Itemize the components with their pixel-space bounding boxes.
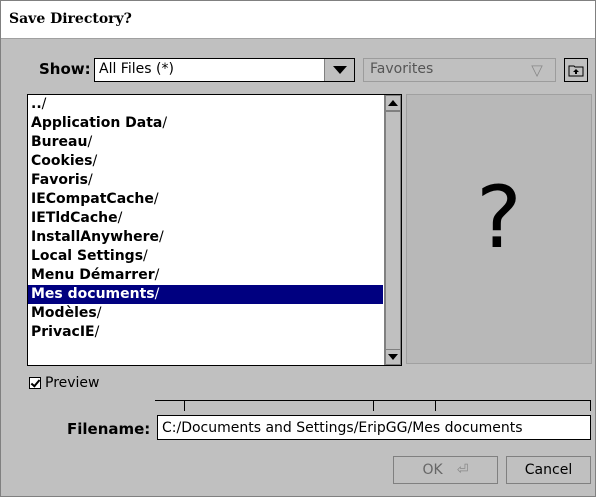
list-item-name: Menu Démarrer — [31, 267, 155, 283]
chevron-down-outline-icon: ▽ — [531, 60, 543, 79]
list-item-slash: / — [92, 153, 98, 169]
save-directory-dialog: Save Directory? Show: All Files (*) Favo… — [0, 0, 596, 497]
list-item-name: Bureau — [31, 134, 88, 150]
list-item-slash: / — [41, 96, 47, 112]
list-item-slash: / — [96, 305, 102, 321]
ruler-tick — [435, 401, 436, 411]
list-item[interactable]: Favoris/ — [28, 171, 383, 190]
checkbox-checked-icon[interactable] — [29, 377, 41, 389]
ruler-tick — [373, 401, 374, 411]
list-item-name: Mes documents — [31, 286, 155, 302]
list-item-slash: / — [87, 134, 93, 150]
question-mark-icon: ? — [476, 168, 522, 268]
list-item[interactable]: IETldCache/ — [28, 209, 383, 228]
ok-button[interactable]: OK ⏎ — [393, 456, 498, 484]
list-item[interactable]: IECompatCache/ — [28, 190, 383, 209]
ruler-tick — [590, 401, 591, 411]
scroll-down-button[interactable] — [385, 349, 401, 365]
list-item[interactable]: Cookies/ — [28, 152, 383, 171]
list-item-name: Application Data — [31, 115, 163, 131]
vertical-scrollbar[interactable] — [384, 95, 401, 365]
directory-list-items: ../Application Data/Bureau/Cookies/Favor… — [28, 95, 383, 342]
filename-field-wrapper — [157, 415, 591, 440]
list-item[interactable]: InstallAnywhere/ — [28, 228, 383, 247]
list-item[interactable]: Menu Démarrer/ — [28, 266, 383, 285]
list-item-name: Local Settings — [31, 248, 144, 264]
list-item[interactable]: PrivacIE/ — [28, 323, 383, 342]
list-item[interactable]: ../ — [28, 95, 383, 114]
arrow-down-icon — [388, 354, 398, 360]
arrow-up-icon — [388, 100, 398, 106]
scroll-up-button[interactable] — [385, 95, 401, 111]
list-item-name: Cookies — [31, 153, 93, 169]
favorites-value: Favorites — [370, 61, 434, 77]
list-item-name: .. — [31, 96, 42, 112]
ruler-tick — [184, 401, 185, 411]
list-item-slash: / — [158, 229, 164, 245]
list-item-slash: / — [117, 210, 123, 226]
list-item-slash: / — [154, 286, 160, 302]
folder-up-icon — [568, 65, 584, 77]
list-item-slash: / — [87, 172, 93, 188]
list-item[interactable]: Application Data/ — [28, 114, 383, 133]
enter-key-icon: ⏎ — [456, 462, 469, 478]
list-item[interactable]: Local Settings/ — [28, 247, 383, 266]
list-item-name: PrivacIE — [31, 324, 95, 340]
list-item[interactable]: Modèles/ — [28, 304, 383, 323]
list-item[interactable]: Bureau/ — [28, 133, 383, 152]
title-bar: Save Directory? — [1, 1, 595, 39]
list-item-slash: / — [154, 267, 160, 283]
ok-button-label: OK — [422, 462, 443, 478]
list-item-name: Favoris — [31, 172, 88, 188]
list-item-name: Modèles — [31, 305, 97, 321]
column-ruler — [155, 400, 591, 411]
favorites-dropdown[interactable]: Favorites ▽ — [363, 58, 556, 82]
list-item-slash: / — [162, 115, 168, 131]
dialog-title: Save Directory? — [9, 11, 132, 27]
list-item-name: IECompatCache — [31, 191, 154, 207]
filename-label: Filename: — [67, 420, 151, 438]
cancel-button[interactable]: Cancel — [506, 456, 591, 484]
list-item-name: InstallAnywhere — [31, 229, 159, 245]
list-item-slash: / — [94, 324, 100, 340]
dropdown-arrow-button[interactable] — [324, 59, 354, 81]
chevron-down-icon — [332, 66, 347, 74]
filename-field[interactable] — [158, 416, 590, 439]
preview-checkbox-label: Preview — [45, 375, 100, 391]
list-item-slash: / — [153, 191, 159, 207]
directory-list[interactable]: ../Application Data/Bureau/Cookies/Favor… — [27, 94, 402, 366]
list-item-slash: / — [143, 248, 148, 264]
file-filter-value: All Files (*) — [99, 61, 174, 77]
scrollbar-thumb[interactable] — [385, 111, 401, 354]
show-label: Show: — [39, 60, 91, 78]
favorites-arrow-button[interactable]: ▽ — [519, 59, 555, 81]
cancel-button-label: Cancel — [524, 462, 573, 478]
parent-folder-button[interactable] — [564, 58, 588, 82]
preview-pane: ? — [406, 94, 592, 364]
file-filter-dropdown[interactable]: All Files (*) — [94, 58, 355, 82]
preview-checkbox[interactable]: Preview — [29, 375, 100, 391]
list-item[interactable]: Mes documents/ — [28, 285, 383, 304]
list-item-name: IETldCache — [31, 210, 118, 226]
